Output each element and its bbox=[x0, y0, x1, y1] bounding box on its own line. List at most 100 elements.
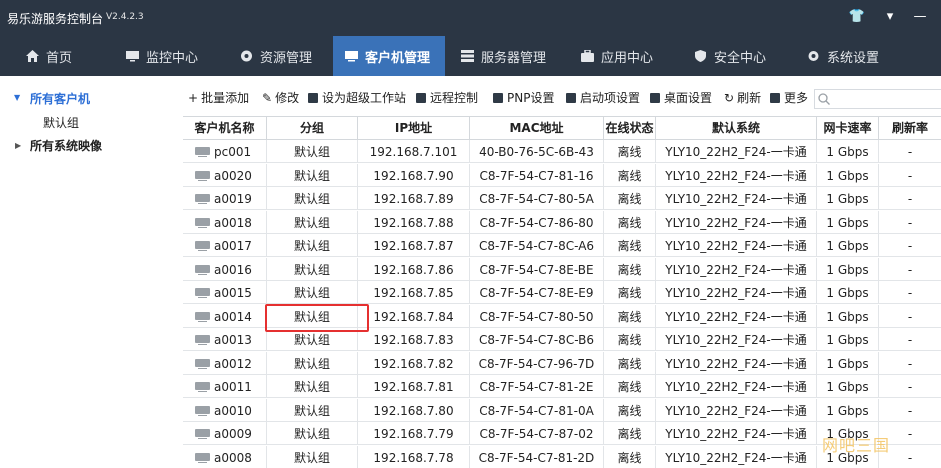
minimize-button[interactable]: — bbox=[909, 6, 931, 28]
tab-system-settings[interactable]: 系统设置 bbox=[807, 36, 879, 76]
cell-refresh-rate: - bbox=[879, 399, 941, 422]
tree-item-all-clients[interactable]: 所有客户机 bbox=[30, 90, 90, 107]
table-row[interactable]: a0015默认组192.168.7.85C8-7F-54-C7-8E-E9离线Y… bbox=[183, 281, 941, 304]
resource-icon bbox=[240, 50, 253, 62]
tab-app-center[interactable]: 应用中心 bbox=[581, 36, 653, 76]
col-header-online-status[interactable]: 在线状态 bbox=[604, 117, 656, 140]
tab-client-management[interactable]: 客户机管理 bbox=[333, 36, 445, 76]
remote-control-label: 远程控制 bbox=[430, 89, 478, 106]
col-header-client-name[interactable]: 客户机名称 bbox=[183, 117, 267, 140]
cell-nic-speed: 1 Gbps bbox=[817, 187, 879, 210]
tab-label: 客户机管理 bbox=[365, 47, 430, 66]
home-icon bbox=[26, 50, 39, 62]
client-icon bbox=[345, 50, 358, 62]
client-name-text: a0017 bbox=[214, 239, 252, 253]
cell-group: 默认组 bbox=[267, 164, 358, 187]
server-icon bbox=[461, 50, 474, 62]
tree-collapse-caret[interactable]: ▶ bbox=[15, 141, 21, 150]
more-button[interactable]: 更多 bbox=[770, 89, 808, 106]
skin-icon[interactable]: 👕 bbox=[846, 6, 868, 28]
cell-default-os: YLY10_22H2_F24-一卡通 bbox=[656, 281, 817, 304]
col-header-mac[interactable]: MAC地址 bbox=[470, 117, 604, 140]
cell-mac: C8-7F-54-C7-8E-E9 bbox=[470, 281, 604, 304]
col-header-ip[interactable]: IP地址 bbox=[358, 117, 470, 140]
set-super-workstation-button[interactable]: 设为超级工作站 bbox=[308, 89, 406, 106]
table-row[interactable]: a0019默认组192.168.7.89C8-7F-54-C7-80-5A离线Y… bbox=[183, 187, 941, 210]
cell-group: 默认组 bbox=[267, 140, 358, 163]
col-header-group[interactable]: 分组 bbox=[267, 117, 358, 140]
cell-online-status: 离线 bbox=[604, 281, 656, 304]
tab-label: 系统设置 bbox=[827, 47, 879, 66]
client-name-text: a0011 bbox=[214, 380, 252, 394]
cell-group: 默认组 bbox=[267, 258, 358, 281]
edit-button[interactable]: ✎ 修改 bbox=[262, 89, 299, 106]
table-row[interactable]: a0020默认组192.168.7.90C8-7F-54-C7-81-16离线Y… bbox=[183, 164, 941, 187]
startup-icon bbox=[566, 93, 576, 103]
cell-nic-speed: 1 Gbps bbox=[817, 399, 879, 422]
col-header-nic-speed[interactable]: 网卡速率 bbox=[817, 117, 879, 140]
tab-resources[interactable]: 资源管理 bbox=[240, 36, 312, 76]
menu-dropdown-icon[interactable]: ▾ bbox=[879, 6, 901, 28]
batch-add-button[interactable]: + 批量添加 bbox=[188, 89, 249, 106]
remote-control-button[interactable]: 远程控制 bbox=[416, 89, 478, 106]
cell-nic-speed: 1 Gbps bbox=[817, 281, 879, 304]
desktop-settings-button[interactable]: 桌面设置 bbox=[650, 89, 712, 106]
set-super-workstation-label: 设为超级工作站 bbox=[322, 89, 406, 106]
refresh-button[interactable]: ↻ 刷新 bbox=[724, 89, 761, 106]
pnp-settings-button[interactable]: PNP设置 bbox=[493, 89, 554, 106]
highlight-box bbox=[265, 304, 369, 332]
watermark-logo: 网吧三国 bbox=[822, 432, 890, 456]
startup-settings-button[interactable]: 启动项设置 bbox=[566, 89, 640, 106]
cell-mac: C8-7F-54-C7-87-02 bbox=[470, 422, 604, 445]
computer-icon bbox=[195, 241, 210, 251]
col-header-refresh-rate[interactable]: 刷新率 bbox=[879, 117, 941, 140]
cell-refresh-rate: - bbox=[879, 352, 941, 375]
tab-monitor[interactable]: 监控中心 bbox=[126, 36, 198, 76]
app-title: 易乐游服务控制台 bbox=[7, 10, 103, 27]
client-name-text: a0019 bbox=[214, 192, 252, 206]
table-row[interactable]: a0017默认组192.168.7.87C8-7F-54-C7-8C-A6离线Y… bbox=[183, 234, 941, 257]
cell-ip: 192.168.7.81 bbox=[358, 375, 470, 398]
cell-default-os: YLY10_22H2_F24-一卡通 bbox=[656, 164, 817, 187]
cell-group: 默认组 bbox=[267, 281, 358, 304]
cell-group: 默认组 bbox=[267, 399, 358, 422]
cell-mac: C8-7F-54-C7-8C-A6 bbox=[470, 234, 604, 257]
desktop-icon bbox=[650, 93, 660, 103]
computer-icon bbox=[195, 288, 210, 298]
search-input[interactable] bbox=[814, 89, 941, 109]
cell-client-name: a0013 bbox=[183, 328, 267, 351]
tree-expand-caret[interactable]: ▼ bbox=[14, 93, 20, 102]
cell-mac: C8-7F-54-C7-81-2E bbox=[470, 375, 604, 398]
table-row[interactable]: a0010默认组192.168.7.80C8-7F-54-C7-81-0A离线Y… bbox=[183, 399, 941, 422]
cell-nic-speed: 1 Gbps bbox=[817, 258, 879, 281]
cell-mac: C8-7F-54-C7-96-7D bbox=[470, 352, 604, 375]
cell-online-status: 离线 bbox=[604, 446, 656, 468]
table-row[interactable]: a0018默认组192.168.7.88C8-7F-54-C7-86-80离线Y… bbox=[183, 211, 941, 234]
tree-item-system-images[interactable]: 所有系统映像 bbox=[30, 137, 102, 154]
cell-nic-speed: 1 Gbps bbox=[817, 140, 879, 163]
computer-icon bbox=[195, 147, 210, 157]
monitor-icon bbox=[126, 50, 139, 62]
cell-group: 默认组 bbox=[267, 446, 358, 468]
table-row[interactable]: a0012默认组192.168.7.82C8-7F-54-C7-96-7D离线Y… bbox=[183, 352, 941, 375]
cell-default-os: YLY10_22H2_F24-一卡通 bbox=[656, 422, 817, 445]
cell-ip: 192.168.7.83 bbox=[358, 328, 470, 351]
cell-ip: 192.168.7.88 bbox=[358, 211, 470, 234]
col-header-default-os[interactable]: 默认系统 bbox=[656, 117, 817, 140]
table-row[interactable]: pc001默认组192.168.7.10140-B0-76-5C-6B-43离线… bbox=[183, 140, 941, 163]
table-row[interactable]: a0016默认组192.168.7.86C8-7F-54-C7-8E-BE离线Y… bbox=[183, 258, 941, 281]
tab-home[interactable]: 首页 bbox=[26, 36, 72, 76]
tab-security-center[interactable]: 安全中心 bbox=[694, 36, 766, 76]
cell-online-status: 离线 bbox=[604, 305, 656, 328]
table-row[interactable]: a0011默认组192.168.7.81C8-7F-54-C7-81-2E离线Y… bbox=[183, 375, 941, 398]
cell-mac: C8-7F-54-C7-80-5A bbox=[470, 187, 604, 210]
client-name-text: a0016 bbox=[214, 263, 252, 277]
cell-default-os: YLY10_22H2_F24-一卡通 bbox=[656, 187, 817, 210]
tree-item-default-group[interactable]: 默认组 bbox=[43, 114, 79, 131]
plus-icon: + bbox=[188, 91, 198, 105]
remote-control-icon bbox=[416, 93, 426, 103]
tab-server-management[interactable]: 服务器管理 bbox=[461, 36, 546, 76]
computer-icon bbox=[195, 406, 210, 416]
computer-icon bbox=[195, 171, 210, 181]
cell-ip: 192.168.7.79 bbox=[358, 422, 470, 445]
